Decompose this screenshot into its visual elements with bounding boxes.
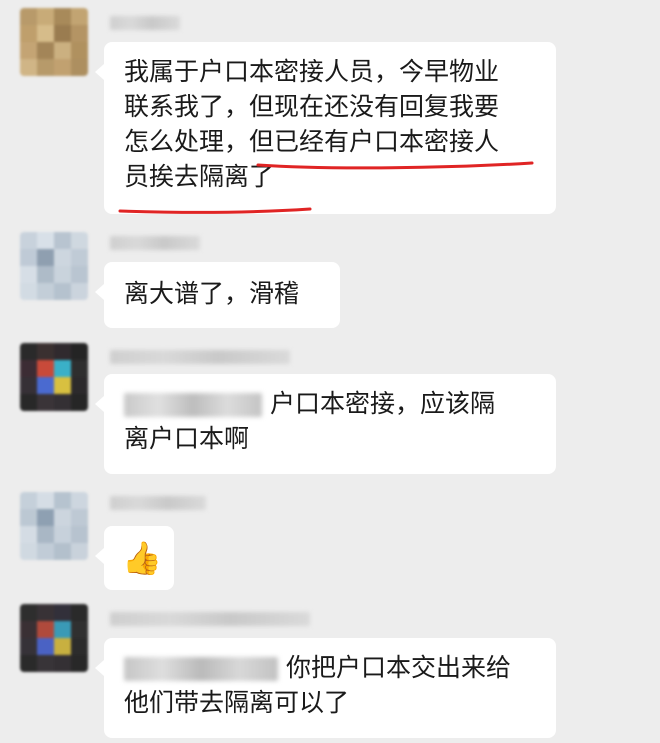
message-text-line: 他们带去隔离可以了 [124,688,350,717]
highlighted-text: 但已经有户口本密接人 [249,127,500,156]
message-text-line: 户口本密接，应该隔 [124,386,538,421]
message-text-line: 联系我了，但现在还没有回复我要 [124,92,500,121]
message-bubble[interactable]: 户口本密接，应该隔 离户口本啊 [95,374,556,474]
message-bubble[interactable]: 你把户口本交出来给 他们带去隔离可以了 [95,638,556,738]
avatar[interactable] [20,232,88,300]
highlighted-text: 员挨去隔离了 [124,162,275,191]
message-text-line: 离户口本啊 [124,424,250,453]
message-text-line: 离大谱了，滑稽 [124,279,300,308]
sender-name [110,496,206,510]
message-bubble[interactable]: 👍 [95,526,174,590]
avatar[interactable] [20,8,88,76]
message-bubble[interactable]: 离大谱了，滑稽 [95,262,340,328]
sender-name [110,236,200,250]
sender-name [110,350,290,364]
avatar[interactable] [20,492,88,560]
avatar[interactable] [20,343,88,411]
message-bubble[interactable]: 我属于户口本密接人员，今早物业 联系我了，但现在还没有回复我要 怎么处理，但已经… [95,42,556,214]
thumbs-up-icon: 👍 [122,539,162,577]
message-text-line: 怎么处理，但已经有户口本密接人 [124,127,500,156]
sender-name [110,612,310,626]
message-text-line: 我属于户口本密接人员，今早物业 [124,57,500,86]
redacted-mention [124,657,278,681]
redacted-mention [124,393,262,417]
sender-name [110,16,180,30]
message-text-line: 你把户口本交出来给 [124,650,538,685]
avatar[interactable] [20,604,88,672]
